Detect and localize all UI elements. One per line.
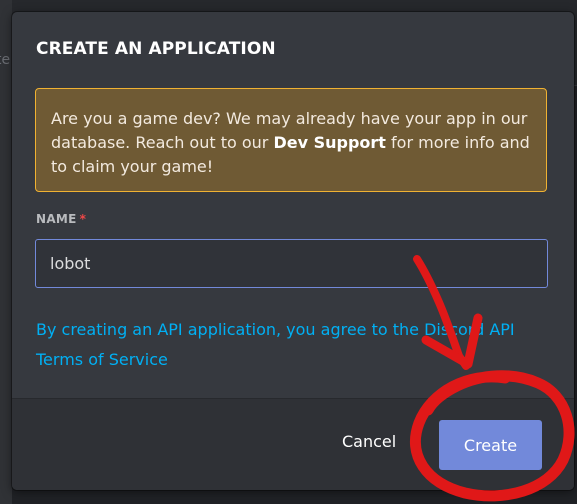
- required-marker: *: [79, 212, 87, 226]
- terms-text: By creating an API application, you agre…: [36, 320, 515, 339]
- background-left-panel: [0, 0, 12, 504]
- game-dev-notice: Are you a game dev? We may already have …: [35, 88, 547, 192]
- cancel-button[interactable]: Cancel: [342, 432, 396, 451]
- dev-support-text: Dev Support: [273, 133, 386, 152]
- modal-title: CREATE AN APPLICATION: [36, 39, 276, 59]
- background-text-fragment: te: [0, 52, 11, 68]
- modal-footer: Cancel Create: [12, 398, 574, 490]
- application-name-input[interactable]: [35, 239, 548, 288]
- create-button[interactable]: Create: [439, 420, 542, 470]
- create-application-modal: CREATE AN APPLICATION Are you a game dev…: [12, 12, 574, 490]
- terms-of-service-link[interactable]: Terms of Service: [36, 350, 168, 369]
- terms-notice: By creating an API application, you agre…: [36, 315, 556, 375]
- name-field-label: NAME *: [36, 212, 86, 226]
- name-label-text: NAME: [36, 212, 77, 226]
